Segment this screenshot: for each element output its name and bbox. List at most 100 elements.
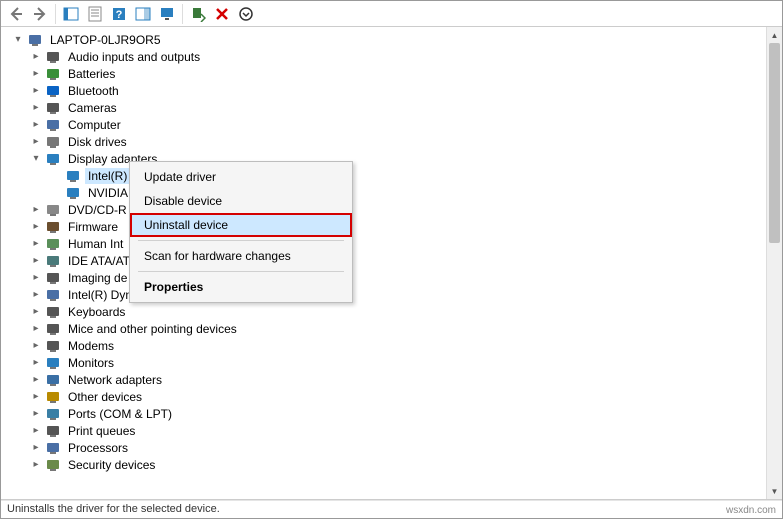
monitor-button[interactable] [156,3,178,25]
expander-icon[interactable] [29,220,43,234]
tree-category-printer[interactable]: Print queues [5,422,766,439]
tree-label: Processors [65,440,131,456]
chip-icon [45,287,61,303]
x-icon [214,6,230,22]
tree-category-audio[interactable]: Audio inputs and outputs [5,48,766,65]
scroll-thumb[interactable] [769,43,780,243]
expander-icon[interactable] [29,305,43,319]
ctx-separator [138,271,344,272]
expander-icon[interactable] [29,373,43,387]
help-button[interactable]: ? [108,3,130,25]
view-button[interactable] [132,3,154,25]
computer-icon [45,117,61,133]
tree-category-monitor[interactable]: Monitors [5,354,766,371]
tree-category-chip[interactable]: Intel(R) Dynamic Platform and Thermal Fr… [5,286,766,303]
port-icon [45,406,61,422]
scan-button[interactable] [187,3,209,25]
printer-icon [45,423,61,439]
tree-label: DVD/CD-R [65,202,130,218]
ctx-update-driver[interactable]: Update driver [130,165,352,189]
tree-category-computer[interactable]: Computer [5,116,766,133]
imaging-icon [45,270,61,286]
toolbar: ? [1,1,782,27]
expander-icon[interactable] [29,67,43,81]
scrollbar[interactable]: ▲ ▼ [766,27,782,499]
tree-category-keyboard[interactable]: Keyboards [5,303,766,320]
tree-category-camera[interactable]: Cameras [5,99,766,116]
tree-root[interactable]: LAPTOP-0LJR9OR5 [5,31,766,48]
hid-icon [45,236,61,252]
tree-label: IDE ATA/AT [65,253,133,269]
tree-category-mouse[interactable]: Mice and other pointing devices [5,320,766,337]
scroll-down-icon[interactable]: ▼ [767,483,782,499]
expander-icon[interactable] [29,203,43,217]
expander-icon[interactable] [29,237,43,251]
tree-category-other[interactable]: Other devices [5,388,766,405]
tree-category-ide[interactable]: IDE ATA/AT [5,252,766,269]
scroll-up-icon[interactable]: ▲ [767,27,782,43]
tree-category-port[interactable]: Ports (COM & LPT) [5,405,766,422]
more-button[interactable] [235,3,257,25]
remove-button[interactable] [211,3,233,25]
tree-device-intel-r-[interactable]: Intel(R) [5,167,766,184]
tree-category-network[interactable]: Network adapters [5,371,766,388]
tree-category-firmware[interactable]: Firmware [5,218,766,235]
expander-icon[interactable] [49,186,63,200]
expander-icon[interactable] [29,356,43,370]
tree-category-battery[interactable]: Batteries [5,65,766,82]
expander-icon[interactable] [49,169,63,183]
expander-icon[interactable] [29,288,43,302]
tree-category-cpu[interactable]: Processors [5,439,766,456]
ctx-separator [138,240,344,241]
back-button[interactable] [5,3,27,25]
expander-icon[interactable] [29,84,43,98]
tree-label: Audio inputs and outputs [65,49,203,65]
expander-icon[interactable] [29,135,43,149]
context-menu: Update driver Disable device Uninstall d… [129,161,353,303]
device-tree[interactable]: LAPTOP-0LJR9OR5 Audio inputs and outputs… [1,27,766,499]
expander-icon[interactable] [29,407,43,421]
expander-icon[interactable] [29,424,43,438]
ctx-properties[interactable]: Properties [130,275,352,299]
expander-icon[interactable] [29,322,43,336]
tree-category-imaging[interactable]: Imaging de [5,269,766,286]
panel-icon [63,6,79,22]
expander-icon[interactable] [29,152,43,166]
tree-category-dvd[interactable]: DVD/CD-R [5,201,766,218]
tree-device-nvidia[interactable]: NVIDIA [5,184,766,201]
tree-category-hid[interactable]: Human Int [5,235,766,252]
tree-category-modem[interactable]: Modems [5,337,766,354]
properties-button[interactable] [84,3,106,25]
disk-icon [45,134,61,150]
mouse-icon [45,321,61,337]
expander-icon[interactable] [11,33,25,47]
firmware-icon [45,219,61,235]
tree-category-display[interactable]: Display adapters [5,150,766,167]
tree-label: Human Int [65,236,126,252]
expander-icon[interactable] [29,458,43,472]
tree-category-bluetooth[interactable]: Bluetooth [5,82,766,99]
expander-icon[interactable] [29,271,43,285]
display-icon [45,151,61,167]
forward-button[interactable] [29,3,51,25]
tree-category-security[interactable]: Security devices [5,456,766,473]
ctx-disable-device[interactable]: Disable device [130,189,352,213]
main-pane: LAPTOP-0LJR9OR5 Audio inputs and outputs… [1,27,782,500]
expander-icon[interactable] [29,101,43,115]
expander-icon[interactable] [29,50,43,64]
expander-icon[interactable] [29,254,43,268]
svg-text:?: ? [116,9,123,21]
show-hidden-button[interactable] [60,3,82,25]
tree-label: Security devices [65,457,158,473]
expander-icon[interactable] [29,118,43,132]
ctx-scan-hardware[interactable]: Scan for hardware changes [130,244,352,268]
cpu-icon [45,440,61,456]
arrow-right-icon [32,6,48,22]
expander-icon[interactable] [29,390,43,404]
expander-icon[interactable] [29,339,43,353]
tree-category-disk[interactable]: Disk drives [5,133,766,150]
expander-icon[interactable] [29,441,43,455]
tree-label: Batteries [65,66,118,82]
ctx-uninstall-device[interactable]: Uninstall device [130,213,352,237]
view-icon [135,6,151,22]
